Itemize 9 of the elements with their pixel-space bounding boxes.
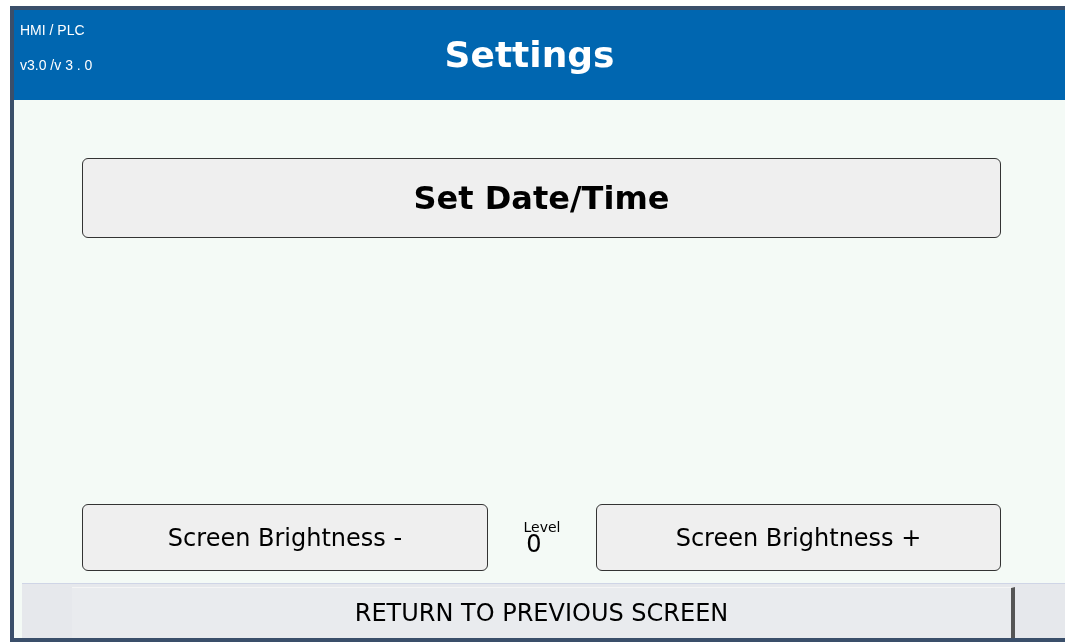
screen-title: Settings — [444, 33, 615, 77]
brightness-increase-button[interactable]: Screen Brightness + — [596, 504, 1001, 571]
system-label: HMI / PLC — [20, 21, 86, 40]
level-label: Level — [523, 519, 561, 534]
set-date-time-button[interactable]: Set Date/Time — [82, 158, 1001, 238]
level-value: 0 — [526, 531, 542, 556]
return-button[interactable]: RETURN TO PREVIOUS SCREEN — [72, 587, 1015, 638]
brightness-decrease-button[interactable]: Screen Brightness - — [82, 504, 488, 571]
version-label: v3.0 /v 3 . 0 — [20, 56, 93, 75]
